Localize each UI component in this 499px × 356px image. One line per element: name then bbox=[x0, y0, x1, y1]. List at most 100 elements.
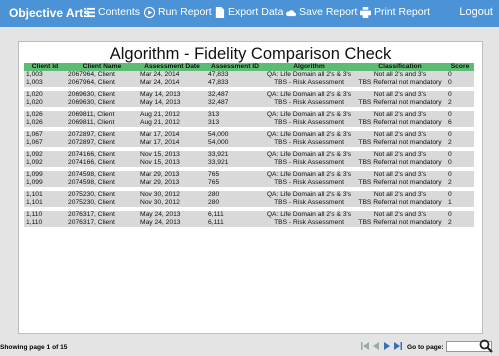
table-row[interactable]: 1,026 2069811, Client Aug 21, 2012 313 TBS -… bbox=[24, 119, 474, 127]
cell-assessment-id: 765 bbox=[208, 179, 220, 186]
run-report-button[interactable]: Run Report bbox=[144, 6, 212, 18]
cell-classification: Not all 2's and 3's bbox=[373, 151, 427, 158]
cell-score: 6 bbox=[448, 119, 452, 126]
cell-client-id: 1,092 bbox=[26, 151, 43, 158]
cell-classification: TBS Referral not mandatory bbox=[358, 79, 442, 86]
cell-client-name: 2074166, Client bbox=[68, 159, 115, 166]
column-header-assessment-id[interactable]: Assessment ID bbox=[206, 63, 264, 71]
total-pages: 15 bbox=[60, 344, 68, 351]
table-row[interactable]: 1,101 2075230, Client Nov 30, 2012 280 QA: L… bbox=[24, 191, 474, 199]
cell-assessment-date: Nov 15, 2013 bbox=[140, 151, 180, 158]
pagination-bar: Showing page 1 of 15 Go to page: bbox=[0, 338, 499, 356]
cell-assessment-id: 33,921 bbox=[208, 159, 229, 166]
search-icon[interactable] bbox=[479, 339, 493, 353]
table-row[interactable]: 1,067 2072897, Client Mar 17, 2014 54,000 QA… bbox=[24, 131, 474, 139]
contents-button[interactable]: Contents bbox=[84, 6, 140, 18]
cell-classification: Not all 2's and 3's bbox=[373, 71, 427, 78]
cell-client-name: 2069630, Client bbox=[68, 99, 115, 106]
cell-score: 0 bbox=[448, 159, 452, 166]
save-report-button[interactable]: Save Report bbox=[285, 6, 357, 18]
cell-assessment-date: May 24, 2013 bbox=[140, 219, 181, 226]
column-header-client-id[interactable]: Client Id bbox=[24, 63, 66, 71]
cell-client-name: 2067964, Client bbox=[68, 79, 115, 86]
export-data-label: Export Data bbox=[228, 6, 284, 18]
cell-score: 0 bbox=[448, 171, 452, 178]
cell-assessment-id: 32,487 bbox=[208, 99, 229, 106]
table-row[interactable]: 1,020 2069630, Client May 14, 2013 32,487 QA… bbox=[24, 91, 474, 99]
cell-classification: TBS Referral not mandatory bbox=[358, 219, 442, 226]
table-row[interactable]: 1,092 2074166, Client Nov 15, 2013 33,921 QA… bbox=[24, 151, 474, 159]
table-row[interactable]: 1,020 2069630, Client May 14, 2013 32,487 TB… bbox=[24, 99, 474, 107]
showing-prefix: Showing page bbox=[0, 344, 45, 351]
column-header-classification[interactable]: Classification bbox=[354, 63, 446, 71]
printer-icon bbox=[360, 6, 371, 18]
cell-score: 0 bbox=[448, 191, 452, 198]
cell-classification: TBS Referral not mandatory bbox=[358, 139, 442, 146]
cell-algorithm: TBS - Risk Assessment bbox=[274, 119, 344, 126]
top-navigation-bar: Objective Arts Contents Run Report Expor… bbox=[0, 0, 499, 27]
cell-classification: Not all 2's and 3's bbox=[373, 111, 427, 118]
cell-classification: TBS Referral not mandatory bbox=[358, 179, 442, 186]
cell-assessment-date: Nov 30, 2012 bbox=[140, 199, 180, 206]
cell-assessment-date: Aug 21, 2012 bbox=[140, 111, 180, 118]
table-row[interactable]: 1,110 2076317, Client May 24, 2013 6,111 QA:… bbox=[24, 211, 474, 219]
table-row[interactable]: 1,026 2069811, Client Aug 21, 2012 313 QA: L… bbox=[24, 111, 474, 119]
report-title: Algorithm - Fidelity Comparison Check bbox=[109, 45, 392, 63]
table-row[interactable]: 1,067 2072897, Client Mar 17, 2014 54,000 TB… bbox=[24, 139, 474, 147]
cloud-icon bbox=[286, 9, 296, 16]
export-data-button[interactable]: Export Data bbox=[214, 6, 283, 18]
cell-assessment-id: 280 bbox=[208, 191, 220, 198]
cell-client-name: 2072897, Client bbox=[68, 139, 115, 146]
app-brand[interactable]: Objective Arts bbox=[9, 6, 90, 20]
table-row[interactable]: 1,003 2067964, Client Mar 24, 2014 47,833 TB… bbox=[24, 79, 474, 87]
goto-page-label: Go to page: bbox=[407, 344, 444, 351]
cell-assessment-date: May 14, 2013 bbox=[140, 99, 181, 106]
cell-assessment-id: 313 bbox=[208, 111, 220, 118]
cell-assessment-id: 765 bbox=[208, 171, 220, 178]
previous-page-icon[interactable] bbox=[372, 342, 380, 350]
table-row[interactable]: 1,003 2067964, Client Mar 24, 2014 47,833 QA… bbox=[24, 71, 474, 79]
table-header-row: Client Id Client Name Assessment Date As… bbox=[24, 63, 474, 71]
table-body: 1,003 2067964, Client Mar 24, 2014 47,833 QA… bbox=[24, 71, 474, 227]
cell-classification: TBS Referral not mandatory bbox=[358, 199, 442, 206]
cell-algorithm: TBS - Risk Assessment bbox=[274, 219, 344, 226]
column-header-assessment-date[interactable]: Assessment Date bbox=[138, 63, 206, 71]
cell-score: 0 bbox=[448, 111, 452, 118]
column-header-client-name[interactable]: Client Name bbox=[66, 63, 138, 71]
next-page-icon[interactable] bbox=[383, 342, 391, 350]
cell-score: 2 bbox=[448, 139, 452, 146]
table-row[interactable]: 1,099 2074598, Client Mar 29, 2013 765 QA: L… bbox=[24, 171, 474, 179]
cell-classification: Not all 2's and 3's bbox=[373, 91, 427, 98]
print-report-label: Print Report bbox=[374, 6, 431, 18]
cell-score: 0 bbox=[448, 71, 452, 78]
cell-score: 2 bbox=[448, 219, 452, 226]
table-row[interactable]: 1,092 2074166, Client Nov 15, 2013 33,921 TB… bbox=[24, 159, 474, 167]
column-header-score[interactable]: Score bbox=[446, 63, 474, 71]
cell-score: 0 bbox=[448, 211, 452, 218]
cell-algorithm: TBS - Risk Assessment bbox=[274, 139, 344, 146]
last-page-icon[interactable] bbox=[394, 342, 402, 350]
cell-client-id: 1,020 bbox=[26, 91, 43, 98]
cell-assessment-date: Mar 29, 2013 bbox=[140, 171, 180, 178]
table-row[interactable]: 1,110 2076317, Client May 24, 2013 6,111 TBS… bbox=[24, 219, 474, 227]
page-navigation bbox=[361, 342, 402, 350]
save-report-label: Save Report bbox=[299, 6, 358, 18]
cell-algorithm: QA: Life Domain all 2's & 3's bbox=[266, 151, 352, 158]
print-report-button[interactable]: Print Report bbox=[360, 6, 430, 18]
column-header-algorithm[interactable]: Algorithm bbox=[264, 63, 354, 71]
cell-algorithm: QA: Life Domain all 2's & 3's bbox=[266, 171, 352, 178]
cell-client-id: 1,026 bbox=[26, 119, 43, 126]
report-table: Client Id Client Name Assessment Date As… bbox=[24, 63, 474, 227]
current-page: 1 bbox=[46, 344, 51, 351]
cell-assessment-id: 47,833 bbox=[208, 79, 229, 86]
list-icon bbox=[84, 7, 95, 17]
logout-button[interactable]: Logout bbox=[459, 6, 493, 18]
cell-assessment-date: May 14, 2013 bbox=[140, 91, 181, 98]
cell-algorithm: QA: Life Domain all 2's & 3's bbox=[266, 111, 352, 118]
table-row[interactable]: 1,099 2074598, Client Mar 29, 2013 765 TBS -… bbox=[24, 179, 474, 187]
cell-assessment-id: 33,921 bbox=[208, 151, 229, 158]
cell-score: 1 bbox=[448, 199, 452, 206]
table-row[interactable]: 1,101 2075230, Client Nov 30, 2012 280 TBS -… bbox=[24, 199, 474, 207]
first-page-icon[interactable] bbox=[361, 342, 369, 350]
cell-client-id: 1,110 bbox=[26, 211, 43, 218]
